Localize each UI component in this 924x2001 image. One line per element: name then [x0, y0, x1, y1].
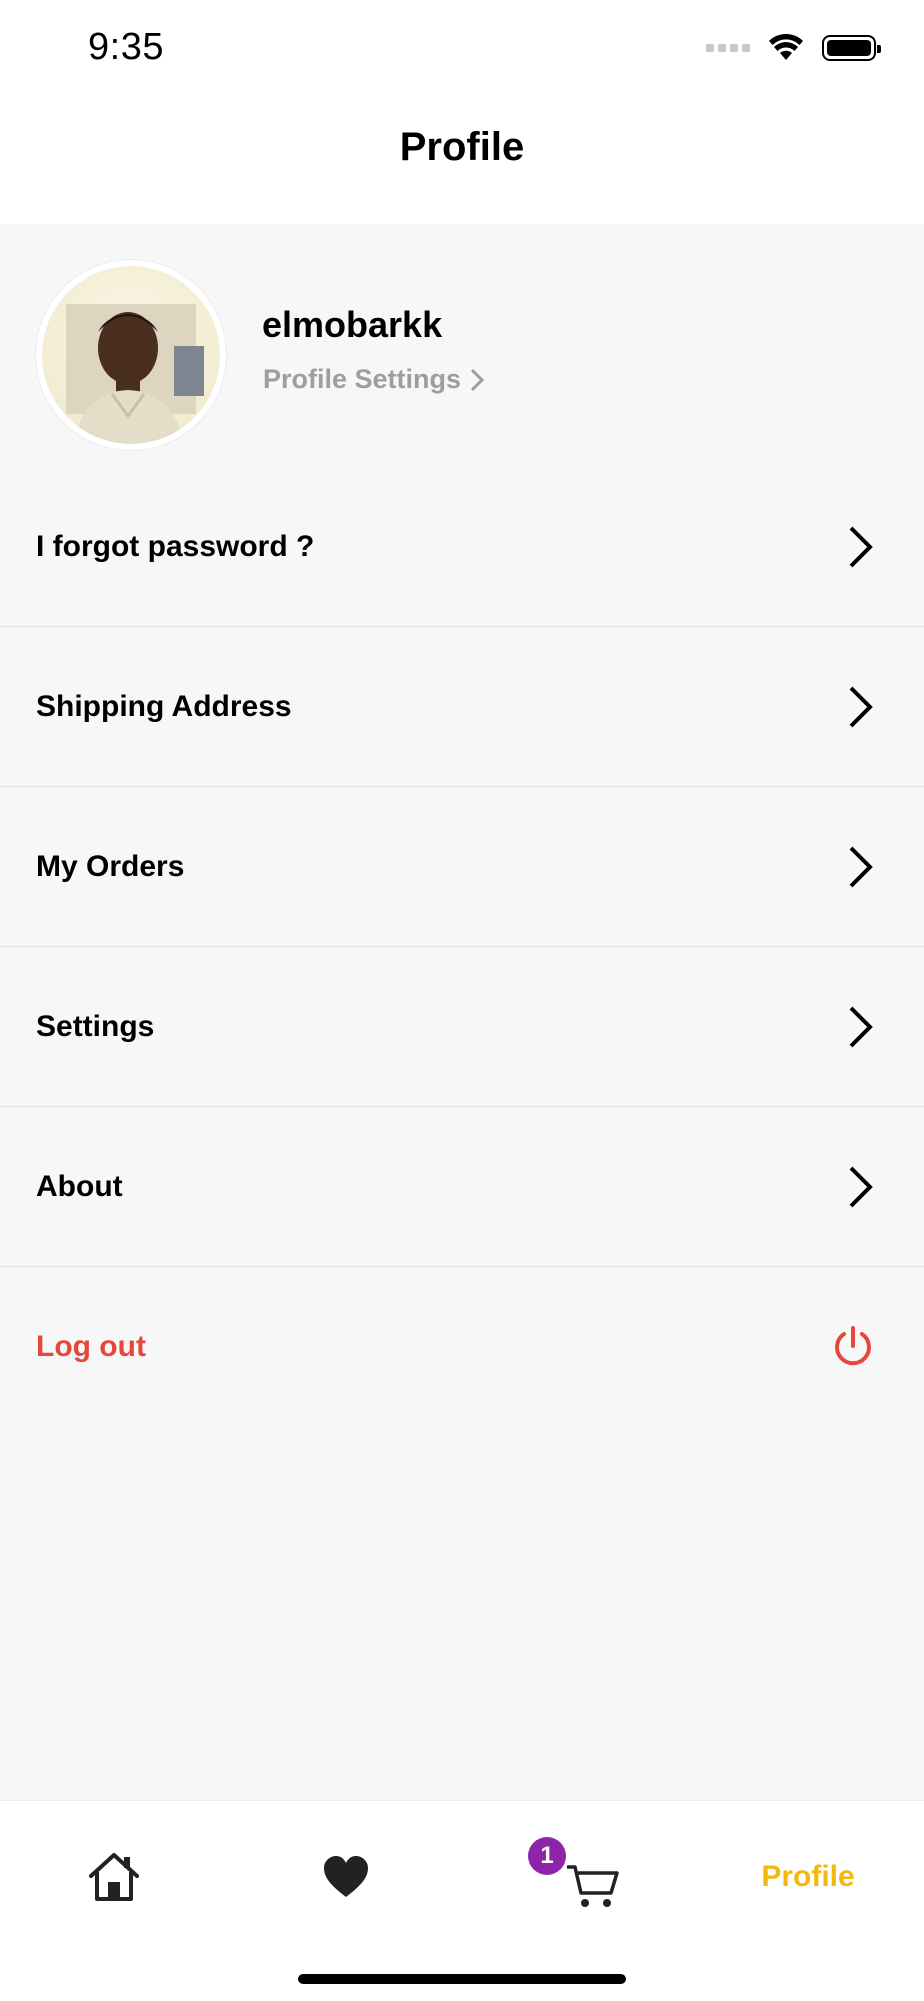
chevron-right-icon [470, 368, 485, 391]
avatar[interactable] [36, 260, 226, 450]
chevron-right-icon [849, 526, 873, 567]
battery-icon [822, 35, 881, 61]
logout-button[interactable]: Log out [0, 1267, 924, 1427]
chevron-right-icon [849, 686, 873, 727]
cart-badge: 1 [528, 1837, 566, 1875]
menu-item-label: Shipping Address [36, 689, 292, 723]
profile-card: elmobarkk Profile Settings [0, 224, 924, 484]
menu-item-label: My Orders [36, 849, 185, 883]
menu-item-label: I forgot password ? [36, 529, 315, 563]
status-bar: 9:35 [0, 0, 924, 100]
status-icons [706, 34, 881, 62]
menu-item-shipping-address[interactable]: Shipping Address [0, 627, 924, 787]
chevron-right-icon [849, 846, 873, 887]
profile-menu: I forgot password ? Shipping Address My … [0, 467, 924, 1427]
power-icon [835, 1326, 871, 1366]
profile-settings-label: Profile Settings [263, 364, 462, 394]
username: elmobarkk [262, 304, 443, 345]
menu-item-my-orders[interactable]: My Orders [0, 787, 924, 947]
chevron-right-icon [849, 1166, 873, 1207]
avatar-photo [42, 266, 220, 444]
avatar-image [66, 304, 204, 444]
menu-item-settings[interactable]: Settings [0, 947, 924, 1107]
menu-item-about[interactable]: About [0, 1107, 924, 1267]
menu-item-label: About [36, 1169, 123, 1203]
status-time: 9:35 [88, 26, 164, 68]
wifi-icon [769, 34, 803, 60]
tab-profile-label: Profile [761, 1860, 855, 1893]
cellular-signal-icon [706, 44, 750, 52]
bottom-tab-bar: 1 Profile [0, 1800, 924, 2001]
chevron-right-icon [849, 1006, 873, 1047]
logout-label: Log out [36, 1330, 146, 1363]
tab-favorites[interactable] [286, 1837, 406, 1917]
tab-profile[interactable]: Profile [746, 1837, 870, 1917]
menu-item-forgot-password[interactable]: I forgot password ? [0, 467, 924, 627]
menu-item-label: Settings [36, 1009, 155, 1043]
heart-icon [324, 1856, 368, 1897]
home-indicator [298, 1974, 626, 1984]
profile-settings-link[interactable]: Profile Settings [263, 364, 485, 395]
tab-home[interactable] [54, 1837, 174, 1917]
navigation-header: Profile [0, 100, 924, 224]
page-title: Profile [399, 124, 525, 169]
cart-icon [567, 1865, 619, 1907]
home-icon [89, 1853, 139, 1901]
tab-cart[interactable]: 1 [520, 1837, 640, 1917]
